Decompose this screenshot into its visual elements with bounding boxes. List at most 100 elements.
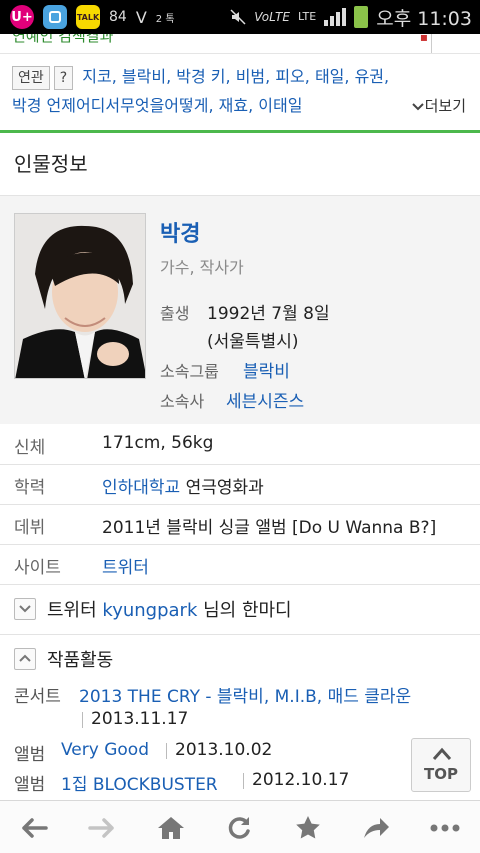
share-button[interactable] bbox=[342, 801, 410, 853]
agency-label: 소속사 bbox=[160, 392, 205, 411]
chevron-up-icon bbox=[19, 654, 31, 662]
birth-date: 1992년 7월 8일 bbox=[207, 304, 330, 324]
related-search-link[interactable]: 이태일 bbox=[258, 96, 302, 115]
debut-label: 데뷔 bbox=[14, 518, 46, 538]
home-button[interactable] bbox=[137, 801, 205, 853]
work-type: 앨범 bbox=[14, 775, 46, 795]
related-search-link[interactable]: 박경 키 bbox=[176, 67, 225, 86]
work-type: 콘서트 bbox=[14, 687, 61, 707]
forward-button[interactable] bbox=[68, 801, 136, 853]
related-search-link[interactable]: 태일 bbox=[315, 67, 344, 86]
related-tag: 연관 bbox=[12, 65, 50, 90]
back-button[interactable] bbox=[0, 801, 68, 853]
works-title: 작품활동 bbox=[47, 650, 114, 671]
kakaotalk-icon: TALK bbox=[76, 5, 100, 29]
divider bbox=[0, 634, 480, 635]
agency-link[interactable]: 세븐시즌스 bbox=[226, 387, 304, 412]
work-date: 2013.10.02 bbox=[175, 740, 273, 760]
related-search-link[interactable]: 피오 bbox=[275, 67, 304, 86]
indicator-dot: ▪ bbox=[419, 34, 428, 44]
birth-place: (서울특별시) bbox=[207, 332, 299, 352]
chevron-down-icon bbox=[411, 102, 424, 110]
scroll-top-button[interactable]: TOP bbox=[411, 738, 471, 792]
lte-indicator: LTE bbox=[297, 10, 317, 23]
tweet-prefix: 트위터 bbox=[47, 600, 103, 621]
related-line-2: 박경 언제어디서무엇을어떻게, 재효, 이태일 bbox=[12, 93, 302, 119]
education-label: 학력 bbox=[14, 478, 46, 498]
divider bbox=[0, 544, 480, 545]
work-title-link[interactable]: Very Good bbox=[61, 740, 149, 760]
status-bar: U+ TALK 84 V 2 톡 VoLTE LTE 오후 11:03 bbox=[0, 0, 480, 34]
divider bbox=[0, 584, 480, 585]
section-accent-bar bbox=[0, 130, 480, 133]
profile-name-link[interactable]: 박경 bbox=[160, 216, 200, 248]
share-icon bbox=[364, 817, 389, 838]
home-icon bbox=[158, 816, 184, 839]
comma-separator: , bbox=[344, 67, 355, 86]
separator bbox=[82, 712, 83, 728]
related-search-link[interactable]: 비범 bbox=[236, 67, 265, 86]
work-date: 2013.11.17 bbox=[91, 709, 189, 729]
forward-icon bbox=[88, 817, 114, 838]
comma-separator: , bbox=[111, 67, 122, 86]
tweet-suffix: 님의 한마디 bbox=[197, 600, 292, 621]
birth-label: 출생 bbox=[160, 304, 190, 323]
clock: 오후 11:03 bbox=[376, 7, 472, 30]
works-toggle-button[interactable] bbox=[14, 648, 36, 670]
school-link[interactable]: 인하대학교 bbox=[102, 478, 180, 498]
related-search-link[interactable]: 유권 bbox=[355, 67, 384, 86]
education-value: 인하대학교 연극영화과 bbox=[102, 473, 264, 498]
related-searches: 연관? 지코, 블락비, 박경 키, 비범, 피오, 태일, 유권, 박경 언제… bbox=[12, 62, 468, 120]
twitter-handle-link[interactable]: kyungpark bbox=[102, 600, 197, 621]
profile-card: 박경 가수, 작사가 출생 1992년 7월 8일 (서울특별시) 소속그룹 블… bbox=[0, 196, 480, 424]
profile-photo[interactable] bbox=[14, 213, 146, 379]
comma-separator: , bbox=[166, 67, 177, 86]
profile-job: 가수, 작사가 bbox=[160, 258, 244, 277]
related-search-link[interactable]: 블락비 bbox=[122, 67, 166, 86]
body-label: 신체 bbox=[14, 438, 46, 458]
comma-separator: , bbox=[225, 67, 236, 86]
group-label: 소속그룹 bbox=[160, 362, 219, 381]
related-links-2: 박경 언제어디서무엇을어떻게, 재효, 이태일 bbox=[12, 96, 302, 115]
related-line-1: 연관? 지코, 블락비, 박경 키, 비범, 피오, 태일, 유권, bbox=[12, 64, 389, 90]
v-app-icon: V bbox=[135, 7, 147, 27]
comma-separator: , bbox=[384, 67, 390, 86]
volte-indicator: VoLTE bbox=[254, 10, 290, 24]
tweet-toggle-button[interactable] bbox=[14, 598, 36, 620]
related-search-link[interactable]: 박경 언제어디서무엇을어떻게 bbox=[12, 96, 208, 115]
comma-separator: , bbox=[304, 67, 315, 86]
more-menu-button[interactable] bbox=[411, 801, 479, 853]
bookmark-star-icon bbox=[296, 815, 320, 838]
related-search-link[interactable]: 지코 bbox=[82, 67, 111, 86]
previous-section-strip: 연예인 검색결과 ▪ bbox=[0, 34, 480, 54]
comma-separator: , bbox=[208, 96, 219, 115]
twitter-link[interactable]: 트위터 bbox=[102, 553, 149, 578]
separator bbox=[166, 743, 167, 759]
more-button[interactable]: 더보기 bbox=[411, 93, 466, 119]
work-title-link[interactable]: 1집 BLOCKBUSTER bbox=[61, 770, 218, 795]
back-icon bbox=[22, 817, 48, 838]
section-title: 인물정보 bbox=[14, 152, 88, 176]
refresh-button[interactable] bbox=[205, 801, 273, 853]
work-type: 앨범 bbox=[14, 745, 46, 765]
bottom-navigation bbox=[0, 800, 480, 853]
comma-separator: , bbox=[265, 67, 276, 86]
more-icon bbox=[430, 824, 460, 831]
tweet-title: 트위터 kyungpark 님의 한마디 bbox=[47, 596, 292, 622]
divider bbox=[0, 464, 480, 465]
bookmark-button[interactable] bbox=[274, 801, 342, 853]
app-notification-icon bbox=[43, 5, 67, 29]
comma-separator: , bbox=[248, 96, 259, 115]
related-search-link[interactable]: 재효 bbox=[219, 96, 248, 115]
major-text: 연극영화과 bbox=[180, 478, 264, 498]
refresh-icon bbox=[228, 816, 250, 839]
signal-icon bbox=[324, 8, 347, 26]
chevron-down-icon bbox=[19, 605, 31, 613]
work-date: 2012.10.17 bbox=[252, 770, 350, 790]
cut-off-text: 연예인 검색결과 bbox=[12, 34, 114, 45]
arrow-up-icon bbox=[432, 747, 452, 760]
more-label: 더보기 bbox=[424, 97, 466, 115]
work-title-link[interactable]: 2013 THE CRY - 블락비, M.I.B, 매드 클라운 bbox=[79, 682, 411, 707]
help-button[interactable]: ? bbox=[53, 65, 74, 90]
group-link[interactable]: 블락비 bbox=[243, 357, 290, 382]
